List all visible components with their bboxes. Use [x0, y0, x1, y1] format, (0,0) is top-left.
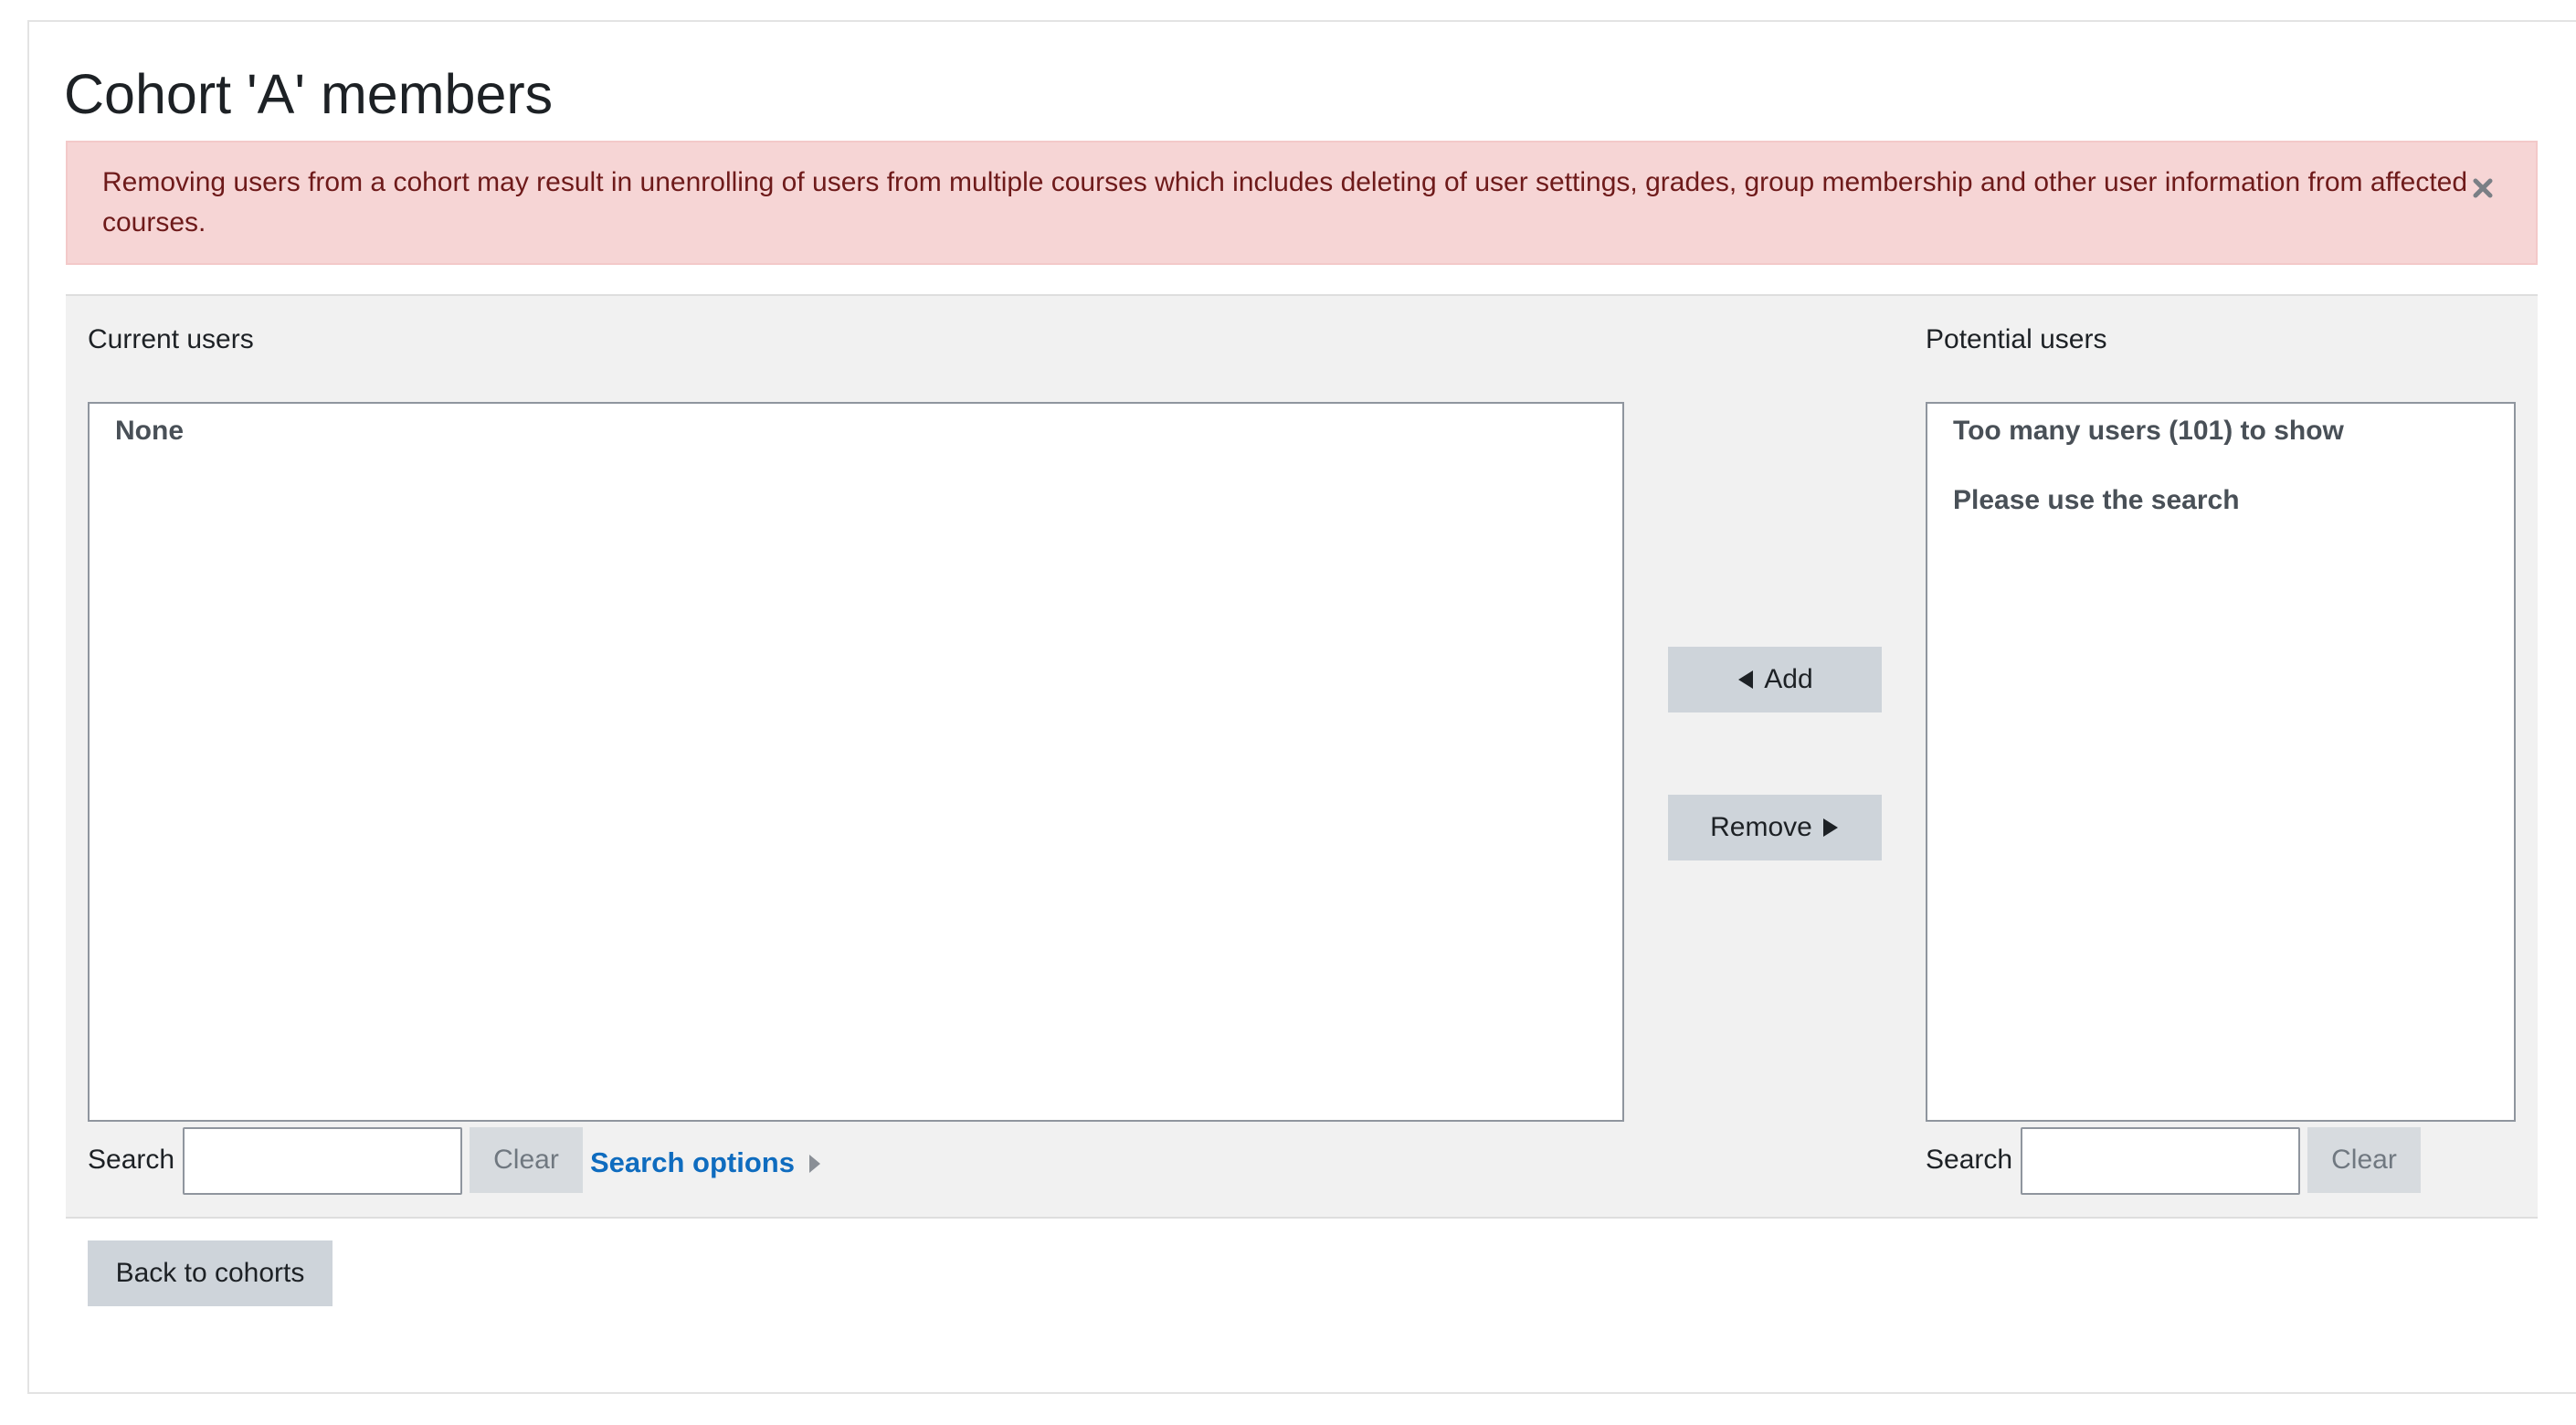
potential-users-search-input[interactable]: [2021, 1127, 2300, 1195]
caret-right-icon: [808, 1147, 822, 1184]
potential-users-label: Potential users: [1926, 324, 2107, 354]
triangle-left-icon: [1737, 670, 1755, 690]
current-search-label: Search: [88, 1145, 175, 1175]
remove-button-label: Remove: [1710, 812, 1812, 842]
search-options-link[interactable]: Search options: [590, 1142, 822, 1184]
warning-alert: Removing users from a cohort may result …: [66, 141, 2538, 265]
potential-users-clear-button[interactable]: Clear: [2307, 1127, 2421, 1193]
user-selector-panel: Current users None Search Clear Search o…: [66, 294, 2538, 1219]
search-options-label: Search options: [590, 1146, 795, 1178]
list-item[interactable]: Please use the search: [1953, 482, 2240, 519]
current-users-label: Current users: [88, 324, 254, 354]
add-button[interactable]: Add: [1668, 647, 1882, 712]
triangle-right-icon: [1821, 818, 1840, 838]
current-users-search-input[interactable]: [183, 1127, 462, 1195]
add-button-label: Add: [1764, 664, 1813, 694]
page-title: Cohort 'A' members: [64, 63, 554, 125]
alert-message: Removing users from a cohort may result …: [102, 167, 2468, 238]
remove-button[interactable]: Remove: [1668, 795, 1882, 860]
close-icon[interactable]: [2465, 170, 2501, 206]
potential-search-label: Search: [1926, 1145, 2013, 1175]
current-users-listbox[interactable]: None: [88, 402, 1624, 1122]
current-users-clear-button[interactable]: Clear: [470, 1127, 583, 1193]
back-to-cohorts-button[interactable]: Back to cohorts: [88, 1240, 333, 1306]
list-item[interactable]: Too many users (101) to show: [1953, 413, 2344, 449]
list-item[interactable]: None: [115, 413, 184, 449]
potential-users-listbox[interactable]: Too many users (101) to show Please use …: [1926, 402, 2516, 1122]
